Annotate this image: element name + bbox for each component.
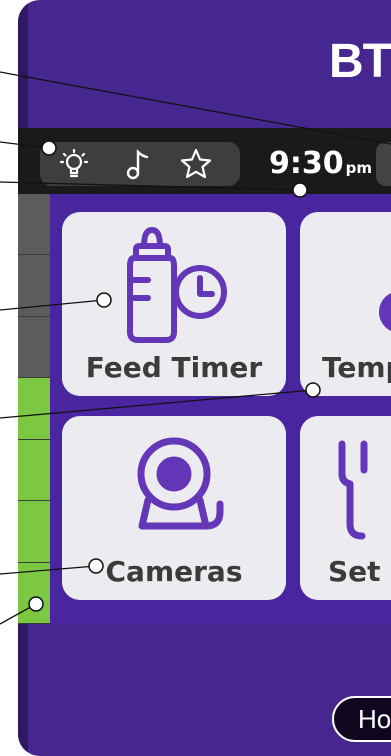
status-bar: 9:30 pm	[18, 128, 391, 194]
level-segment	[18, 562, 50, 624]
level-segment	[18, 316, 50, 379]
level-segment	[18, 378, 50, 440]
camera-icon	[137, 437, 224, 530]
level-segment	[18, 255, 50, 317]
lightbulb-icon[interactable]	[54, 146, 94, 182]
clock: 9:30 pm	[269, 146, 372, 181]
tile-feed-timer[interactable]: Feed Timer	[62, 212, 286, 396]
tile-label: Set	[328, 555, 381, 588]
brand-logo: BT	[329, 35, 391, 88]
star-icon[interactable]	[176, 146, 216, 182]
status-edge-icon	[376, 142, 391, 186]
tile-label: Cameras	[105, 555, 243, 588]
thermometer-icon	[379, 293, 391, 331]
level-segment	[18, 501, 50, 563]
tile-label: Temp	[322, 351, 391, 384]
clock-ampm: pm	[345, 159, 372, 177]
clock-time: 9:30	[269, 146, 344, 181]
monitor-screen: 9:30 pm Feed Timer Tem Cameras Set	[18, 128, 391, 624]
sound-level-meter	[18, 194, 50, 624]
tile-label: Feed Timer	[85, 351, 263, 384]
level-segment	[18, 194, 50, 256]
menu-grid: Feed Timer Temp Cameras	[50, 194, 391, 624]
level-segment	[18, 439, 50, 502]
baby-monitor-device: BT 9:30 pm Feed Timer Tem Cameras Set Ho	[18, 0, 391, 756]
music-note-icon[interactable]	[117, 146, 157, 182]
wrench-icon	[338, 440, 368, 540]
home-button[interactable]: Ho	[332, 696, 391, 742]
bottle-clock-icon	[127, 227, 227, 343]
status-icon-group	[40, 142, 240, 186]
tile-settings[interactable]: Set	[300, 416, 391, 600]
tile-temperature[interactable]: Temp	[300, 212, 391, 396]
tile-cameras[interactable]: Cameras	[62, 416, 286, 600]
